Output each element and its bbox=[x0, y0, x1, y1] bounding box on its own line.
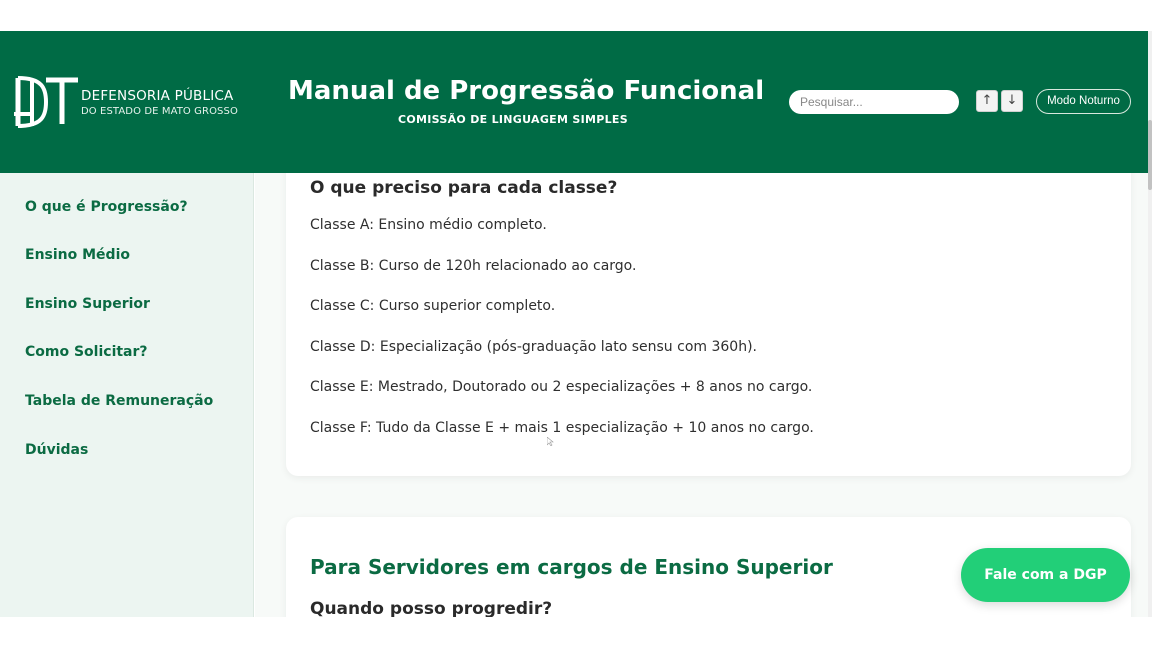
defensoria-logo-icon bbox=[14, 76, 78, 128]
list-item: Classe F: Tudo da Classe E + mais 1 espe… bbox=[310, 420, 814, 436]
sidebar-item-como-solicitar[interactable]: Como Solicitar? bbox=[25, 344, 148, 360]
sidebar-item-ensino-superior[interactable]: Ensino Superior bbox=[25, 296, 150, 312]
contact-dgp-button[interactable]: Fale com a DGP bbox=[961, 548, 1130, 602]
search-prev-button[interactable]: ↑ bbox=[976, 90, 998, 112]
logo[interactable]: DEFENSORIA PÚBLICA DO ESTADO DE MATO GRO… bbox=[12, 74, 238, 130]
logo-subtitle: DO ESTADO DE MATO GROSSO bbox=[81, 106, 238, 117]
list-item: Classe E: Mestrado, Doutorado ou 2 espec… bbox=[310, 379, 813, 395]
bottom-strip bbox=[0, 617, 1152, 648]
list-item: Classe D: Especialização (pós-graduação … bbox=[310, 339, 757, 355]
search-input[interactable] bbox=[789, 90, 959, 114]
class-requirements-card: O que preciso para cada classe? Classe A… bbox=[286, 173, 1131, 476]
section-title: Para Servidores em cargos de Ensino Supe… bbox=[310, 555, 833, 579]
list-item: Classe A: Ensino médio completo. bbox=[310, 217, 547, 233]
logo-title: DEFENSORIA PÚBLICA bbox=[81, 88, 234, 104]
top-strip bbox=[0, 0, 1152, 31]
page-title: Manual de Progressão Funcional bbox=[288, 76, 765, 106]
sidebar-item-tabela-remuneracao[interactable]: Tabela de Remuneração bbox=[25, 393, 213, 409]
page-subtitle: COMISSÃO DE LINGUAGEM SIMPLES bbox=[398, 113, 628, 126]
scrollbar[interactable] bbox=[1148, 31, 1152, 617]
mouse-cursor-icon bbox=[547, 437, 554, 446]
card-heading: O que preciso para cada classe? bbox=[310, 178, 618, 198]
sidebar-item-ensino-medio[interactable]: Ensino Médio bbox=[25, 247, 130, 263]
sidebar-item-duvidas[interactable]: Dúvidas bbox=[25, 442, 88, 458]
card-heading: Quando posso progredir? bbox=[310, 599, 553, 617]
search-next-button[interactable]: ↓ bbox=[1001, 90, 1023, 112]
scrollbar-thumb[interactable] bbox=[1148, 120, 1152, 190]
sidebar: O que é Progressão? Ensino Médio Ensino … bbox=[0, 173, 254, 617]
list-item: Classe B: Curso de 120h relacionado ao c… bbox=[310, 258, 637, 274]
list-item: Classe C: Curso superior completo. bbox=[310, 298, 556, 314]
night-mode-button[interactable]: Modo Noturno bbox=[1036, 89, 1131, 114]
site-header: DEFENSORIA PÚBLICA DO ESTADO DE MATO GRO… bbox=[0, 31, 1148, 173]
sidebar-item-progressao[interactable]: O que é Progressão? bbox=[25, 199, 188, 215]
